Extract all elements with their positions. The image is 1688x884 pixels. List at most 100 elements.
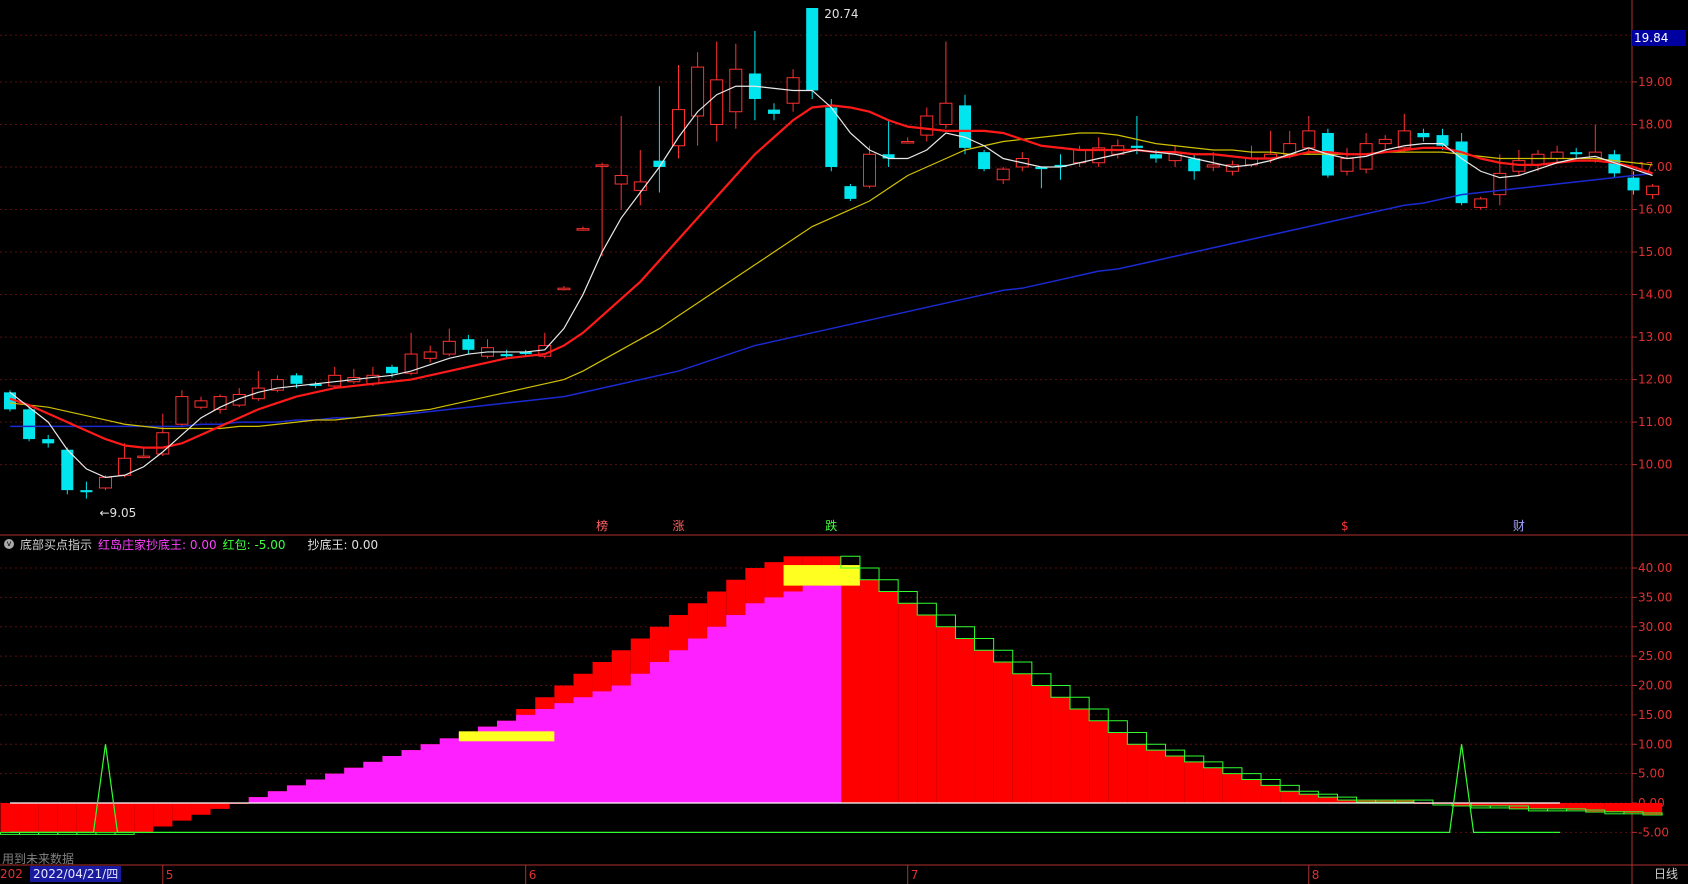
indicator-red-bar — [1012, 673, 1032, 803]
indicator-red-bar — [1547, 803, 1567, 809]
date-prefix: 202 — [0, 867, 23, 881]
indicator-red-bar — [19, 803, 39, 833]
indicator-magenta-bar — [516, 714, 536, 803]
indicator-magenta-bar — [649, 662, 670, 803]
period-label[interactable]: 日线 — [1654, 866, 1678, 882]
indicator-green-box — [1165, 749, 1186, 757]
price-tick-label: 15.00 — [1638, 245, 1672, 259]
indicator-red-bar — [974, 650, 994, 803]
candle-body — [1340, 158, 1354, 172]
price-tick-label: 14.00 — [1638, 288, 1672, 302]
indicator-red-bar — [1261, 785, 1281, 803]
indicator-magenta-bar — [745, 603, 765, 803]
indicator-yellow-bar — [458, 731, 555, 742]
month-label: 8 — [1312, 868, 1320, 882]
current-date-badge[interactable]: 2022/04/21/四 — [30, 866, 122, 882]
candle-body — [595, 164, 609, 167]
candle-body — [194, 400, 208, 408]
indicator-tick-label: 25.00 — [1638, 649, 1672, 663]
candle-body — [939, 102, 953, 125]
indicator-red-bar — [1146, 750, 1166, 803]
candle-body — [1206, 164, 1220, 168]
indicator-green-box — [1203, 761, 1224, 769]
candle-body — [42, 439, 55, 444]
low-price-label: ←9.05 — [100, 506, 137, 520]
indicator-red-bar — [1318, 797, 1338, 803]
candle-body — [710, 79, 724, 125]
candle-body — [423, 351, 437, 359]
indicator-tick-label: 15.00 — [1638, 708, 1672, 722]
indicator-green-box — [1050, 685, 1071, 698]
current-price-tag: 19.84 — [1632, 30, 1686, 46]
indicator-magenta-bar — [707, 626, 727, 803]
indicator-red-bar — [1280, 791, 1300, 803]
indicator-tick-label: 35.00 — [1638, 590, 1672, 604]
indicator-green-box — [1279, 784, 1300, 792]
indicator-green-box — [1241, 773, 1262, 780]
indicator-magenta-bar — [573, 697, 594, 803]
candle-body — [61, 449, 74, 491]
indicator-red-bar — [57, 803, 77, 833]
candle-body — [1073, 149, 1087, 164]
candle-body — [729, 68, 743, 113]
indicator-magenta-bar — [363, 761, 383, 803]
indicator-red-bar — [172, 803, 192, 821]
indicator-magenta-bar — [382, 756, 403, 803]
indicator-green-box — [1336, 796, 1358, 801]
ma-line-yellow — [9, 132, 1653, 430]
indicator-green-box — [1317, 793, 1338, 798]
indicator-green-box — [859, 567, 880, 581]
legend-green: 红包: -5.00 — [222, 537, 286, 552]
indicator-red-bar — [879, 591, 899, 803]
future-data-note: 用到未来数据 — [2, 852, 75, 866]
indicator-red-bar — [917, 615, 937, 803]
candle-body — [156, 432, 170, 455]
indicator-green-box — [1222, 767, 1243, 775]
candle-body — [1378, 138, 1392, 145]
indicator-tick-label: 40.00 — [1638, 561, 1672, 575]
indicator-tick-label: 20.00 — [1638, 679, 1672, 693]
candle-body — [404, 353, 418, 374]
indicator-tick-label: 10.00 — [1638, 737, 1672, 751]
indicator-red-bar — [955, 638, 975, 803]
indicator-red-bar — [840, 568, 860, 803]
indicator-red-bar — [115, 803, 135, 833]
indicator-green-box — [1489, 805, 1510, 809]
indicator-red-bar — [1184, 761, 1204, 803]
indicator-magenta-bar — [248, 797, 269, 803]
indicator-red-bar — [1070, 709, 1090, 803]
indicator-red-bar — [95, 803, 116, 833]
indicator-magenta-bar — [554, 703, 574, 803]
indicator-red-bar — [1089, 720, 1109, 803]
indicator-green-box — [935, 614, 956, 628]
indicator-green-box — [1069, 696, 1090, 710]
candle-body — [137, 455, 151, 459]
candle-body — [806, 8, 819, 91]
indicator-red-bar — [1165, 756, 1185, 803]
candle-body — [978, 152, 991, 170]
indicator-red-bar — [76, 803, 96, 833]
indicator-green-box — [1604, 811, 1625, 815]
candle-body — [99, 476, 112, 489]
candle-body — [232, 393, 246, 406]
indicator-red-bar — [1203, 767, 1223, 803]
indicator-red-bar — [1528, 803, 1548, 809]
indicator-green-box — [1298, 790, 1319, 795]
candle-body — [614, 175, 628, 185]
candle-body — [1417, 132, 1430, 138]
indicator-red-bar — [1031, 685, 1051, 803]
indicator-magenta-bar — [439, 738, 460, 803]
price-tick-label: 12.00 — [1638, 373, 1672, 387]
collapse-icon[interactable]: v — [4, 539, 14, 549]
event-marker: 榜 — [596, 518, 608, 533]
event-marker: 涨 — [673, 518, 685, 533]
indicator-green-box — [916, 602, 937, 616]
indicator-tick-label: -5.00 — [1638, 825, 1669, 839]
candle-body — [462, 339, 475, 350]
indicator-tick-label: 30.00 — [1638, 620, 1672, 634]
indicator-green-box — [1107, 720, 1128, 733]
indicator-magenta-bar — [726, 615, 746, 803]
price-tick-label: 19.00 — [1638, 75, 1672, 89]
indicator-green-box — [1031, 673, 1052, 686]
candle-body — [1646, 185, 1660, 196]
